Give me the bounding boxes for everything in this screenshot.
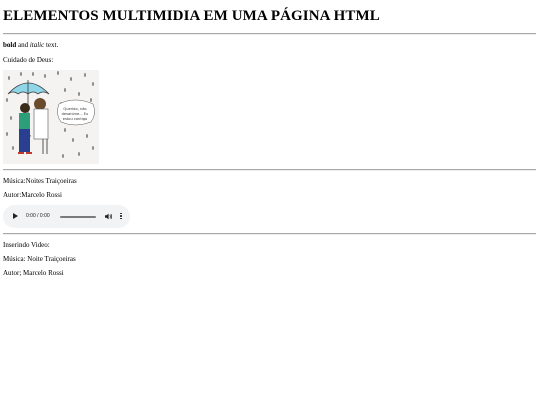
bold-text: bold <box>3 41 17 49</box>
author-name: Marcelo Rossi <box>21 191 62 199</box>
text-word: text. <box>44 41 59 49</box>
video-author-line: Autor; Marcelo Rossi <box>3 269 64 277</box>
author-line: Autor:Marcelo Rossi <box>3 191 62 200</box>
svg-text:desanime... Eu: desanime... Eu <box>62 112 89 116</box>
svg-text:Querido, não: Querido, não <box>63 107 86 111</box>
volume-icon[interactable] <box>104 212 113 221</box>
image-caption: Cuidado de Deus: <box>3 56 54 64</box>
divider-bottom <box>3 233 536 235</box>
more-options-icon[interactable] <box>119 212 123 221</box>
page-title: ELEMENTOS MULTIMIDIA EM UMA PÁGINA HTML <box>3 8 380 24</box>
music-line: Música:Noites Traiçoeiras <box>3 177 77 186</box>
formatting-line: bold and italic text. <box>3 41 58 50</box>
jesus-head <box>34 98 46 110</box>
person-shirt <box>19 113 30 130</box>
divider-top <box>3 33 536 35</box>
italic-text: italic <box>29 41 45 49</box>
umbrella-canopy <box>7 82 50 95</box>
music-label: Música: <box>3 177 26 185</box>
video-music-line: Música: Noite Traiçoeiras <box>3 255 76 263</box>
and-text: and <box>16 41 30 49</box>
audio-player[interactable]: 0:00 / 0:00 <box>3 205 130 228</box>
author-label: Autor: <box>3 191 22 199</box>
music-title: Noites Traiçoeiras <box>25 177 77 185</box>
page: ELEMENTOS MULTIMIDIA EM UMA PÁGINA HTML … <box>0 0 540 405</box>
person-pants <box>19 129 30 152</box>
divider-middle <box>3 169 536 171</box>
svg-text:estou contigo: estou contigo <box>63 117 87 121</box>
umbrella-illustration: Querido, não desanime... Eu estou contig… <box>6 71 95 158</box>
audio-progress-slider[interactable] <box>60 216 96 218</box>
person-head <box>20 103 30 113</box>
illustration-image: Querido, não desanime... Eu estou contig… <box>3 70 99 164</box>
play-icon[interactable] <box>13 213 18 219</box>
video-caption: Inserindo Video: <box>3 241 50 249</box>
audio-time: 0:00 / 0:00 <box>26 213 50 219</box>
